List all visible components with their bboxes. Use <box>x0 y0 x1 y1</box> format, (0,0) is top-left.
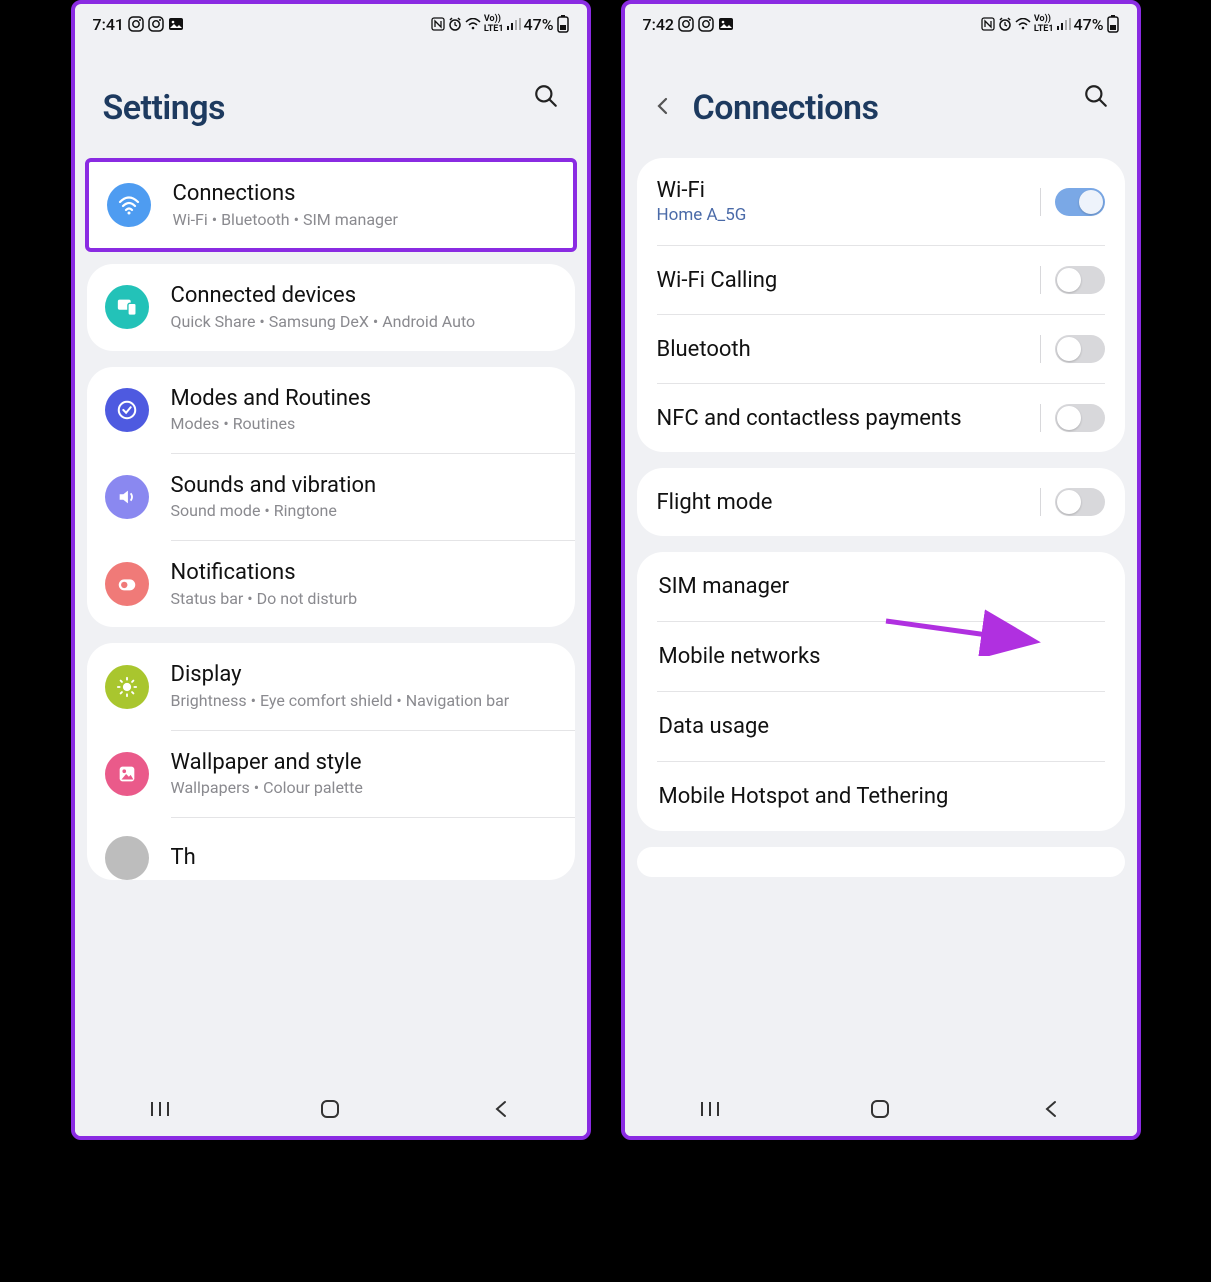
nav-back[interactable] <box>490 1098 512 1124</box>
search-button[interactable] <box>1083 83 1117 113</box>
connections-item-mobile-networks[interactable]: Mobile networks <box>637 622 1125 691</box>
wallpaper-icon <box>105 752 149 796</box>
connections-item-nfc[interactable]: NFC and contactless payments <box>637 384 1125 452</box>
gallery-icon <box>168 16 184 32</box>
item-subtitle: Brightness • Eye comfort shield • Naviga… <box>171 691 557 712</box>
item-title: Wi-Fi Calling <box>657 268 1030 293</box>
page-title: Connections <box>683 88 879 128</box>
connections-item-wifi-calling[interactable]: Wi-Fi Calling <box>637 246 1125 314</box>
nav-recents[interactable] <box>699 1098 721 1124</box>
item-title: NFC and contactless payments <box>657 406 1030 431</box>
item-title: Modes and Routines <box>171 385 557 413</box>
wifi-icon <box>465 18 481 30</box>
settings-item-wallpaper[interactable]: Wallpaper and style Wallpapers • Colour … <box>87 731 575 817</box>
connections-item-sim-manager[interactable]: SIM manager <box>637 552 1125 621</box>
bluetooth-toggle[interactable] <box>1055 335 1105 363</box>
modes-icon <box>105 388 149 432</box>
instagram-icon <box>148 16 164 32</box>
item-title: Wallpaper and style <box>171 749 557 777</box>
alarm-icon <box>998 17 1012 31</box>
page-title: Settings <box>75 38 226 158</box>
alarm-icon <box>448 17 462 31</box>
wifi-toggle[interactable] <box>1055 188 1105 216</box>
item-title: Sounds and vibration <box>171 472 557 500</box>
instagram-icon <box>128 16 144 32</box>
connections-item-wifi[interactable]: Wi-Fi Home A_5G <box>637 158 1125 245</box>
notifications-icon <box>105 562 149 606</box>
item-subtitle: Quick Share • Samsung DeX • Android Auto <box>171 312 557 333</box>
search-button[interactable] <box>533 83 567 113</box>
battery-icon <box>557 15 569 33</box>
settings-item-notifications[interactable]: Notifications Status bar • Do not distur… <box>87 541 575 627</box>
search-icon <box>1083 83 1109 109</box>
status-bar: 7:42 Vo))LTE1 47% <box>625 4 1137 38</box>
status-battery-text: 47% <box>524 15 554 34</box>
status-battery-text: 47% <box>1074 15 1104 34</box>
item-title: Bluetooth <box>657 337 1030 362</box>
item-title: Flight mode <box>657 490 1030 515</box>
item-title: Th <box>171 844 557 872</box>
status-time: 7:42 <box>643 15 675 34</box>
signal-icon <box>1057 18 1071 30</box>
item-subtitle: Sound mode • Ringtone <box>171 501 557 522</box>
wifi-icon <box>1015 18 1031 30</box>
item-subtitle: Modes • Routines <box>171 414 557 435</box>
volte-icon: Vo))LTE1 <box>1034 14 1054 34</box>
settings-item-display[interactable]: Display Brightness • Eye comfort shield … <box>87 643 575 729</box>
item-subtitle: Wi-Fi • Bluetooth • SIM manager <box>173 210 555 231</box>
connections-item-hotspot[interactable]: Mobile Hotspot and Tethering <box>637 762 1125 831</box>
display-icon <box>105 665 149 709</box>
status-time: 7:41 <box>93 15 125 34</box>
nfc-icon <box>981 17 995 31</box>
wifi-calling-toggle[interactable] <box>1055 266 1105 294</box>
wifi-icon <box>107 183 151 227</box>
nav-bar <box>625 1086 1137 1136</box>
instagram-icon <box>678 16 694 32</box>
item-title: Connected devices <box>171 282 557 310</box>
nfc-icon <box>431 17 445 31</box>
settings-item-themes[interactable]: Th <box>87 818 575 880</box>
instagram-icon <box>698 16 714 32</box>
phone-connections-screen: 7:42 Vo))LTE1 47% Connections Wi-Fi <box>621 0 1141 1140</box>
connections-item-flight-mode[interactable]: Flight mode <box>637 468 1125 536</box>
nfc-toggle[interactable] <box>1055 404 1105 432</box>
settings-item-modes[interactable]: Modes and Routines Modes • Routines <box>87 367 575 453</box>
item-title: Wi-Fi <box>657 178 1030 203</box>
nav-recents[interactable] <box>149 1098 171 1124</box>
item-title: Notifications <box>171 559 557 587</box>
sound-icon <box>105 475 149 519</box>
item-title: Display <box>171 661 557 689</box>
gallery-icon <box>718 16 734 32</box>
phone-settings-screen: 7:41 Vo))LTE1 47% Settings Connections W… <box>71 0 591 1140</box>
settings-item-connections[interactable]: Connections Wi-Fi • Bluetooth • SIM mana… <box>85 158 577 252</box>
signal-icon <box>507 18 521 30</box>
volte-icon: Vo))LTE1 <box>484 14 504 34</box>
nav-home[interactable] <box>869 1098 891 1124</box>
nav-back[interactable] <box>1040 1098 1062 1124</box>
flight-mode-toggle[interactable] <box>1055 488 1105 516</box>
devices-icon <box>105 285 149 329</box>
search-icon <box>533 83 559 109</box>
themes-icon <box>105 836 149 880</box>
settings-item-connected-devices[interactable]: Connected devices Quick Share • Samsung … <box>87 264 575 350</box>
back-button[interactable] <box>643 94 683 122</box>
connections-item-data-usage[interactable]: Data usage <box>637 692 1125 761</box>
settings-item-sounds[interactable]: Sounds and vibration Sound mode • Ringto… <box>87 454 575 540</box>
nav-home[interactable] <box>319 1098 341 1124</box>
status-bar: 7:41 Vo))LTE1 47% <box>75 4 587 38</box>
battery-icon <box>1107 15 1119 33</box>
nav-bar <box>75 1086 587 1136</box>
item-subtitle: Wallpapers • Colour palette <box>171 778 557 799</box>
item-title: Connections <box>173 180 555 208</box>
item-subtitle: Home A_5G <box>657 205 1030 225</box>
item-subtitle: Status bar • Do not disturb <box>171 589 557 610</box>
connections-item-bluetooth[interactable]: Bluetooth <box>637 315 1125 383</box>
